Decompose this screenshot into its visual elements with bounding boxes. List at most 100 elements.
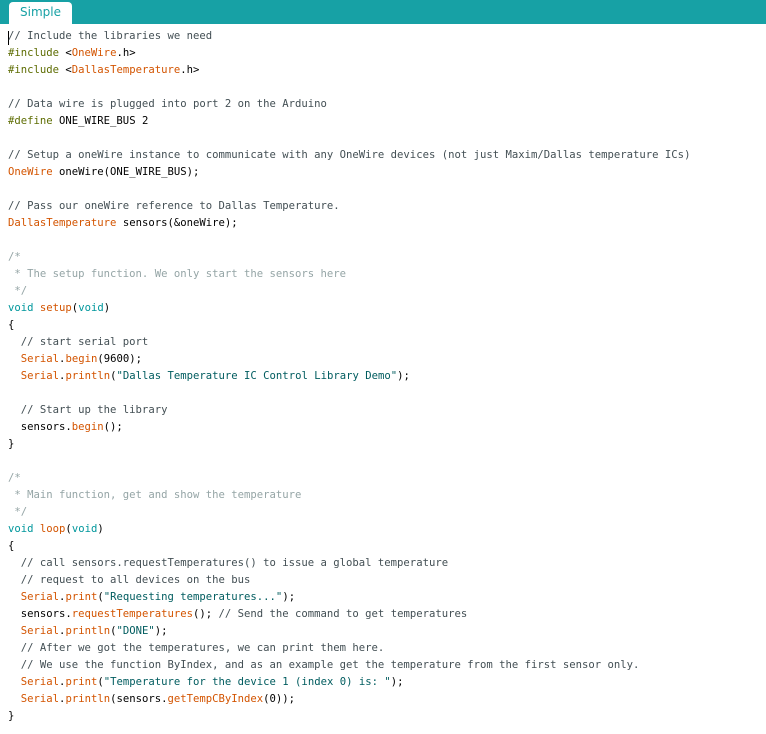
code-line: void setup(void) [8,300,690,317]
editor-tab-bar: Simple [0,0,766,24]
code-token: print [65,591,98,603]
code-line: sensors.begin(); [8,419,690,436]
code-line: sensors.requestTemperatures(); // Send t… [8,606,690,623]
code-token: DallasTemperature [8,217,117,229]
code-line: Serial.begin(9600); [8,351,690,368]
code-token: void [71,523,98,535]
code-token: // We use the function ByIndex, and as a… [8,659,640,671]
code-token: Serial [20,591,60,603]
code-token: "Requesting temperatures..." [103,591,283,603]
code-token: Serial [20,625,60,637]
code-token: loop [39,523,66,535]
code-token: // Data wire is plugged into port 2 on t… [8,98,327,110]
code-token: ) [103,302,111,314]
code-line: // Setup a oneWire instance to communica… [8,147,690,164]
code-line: // call sensors.requestTemperatures() to… [8,555,690,572]
code-line: * The setup function. We only start the … [8,266,690,283]
code-line: Serial.println("Dallas Temperature IC Co… [8,368,690,385]
code-token: (); [103,421,123,433]
code-token: { [8,540,15,552]
code-editor[interactable]: // Include the libraries we need #include… [0,24,766,734]
code-token: void [78,302,104,314]
code-text: // Include the libraries we need #include… [8,28,690,725]
code-token: (sensors. [110,693,168,705]
code-line: ​ [8,130,690,147]
code-token: OneWire [71,47,117,59]
code-line: OneWire oneWire(ONE_WIRE_BUS); [8,164,690,181]
code-token: DallasTemperature [71,64,181,76]
code-token: // start serial port [8,336,149,348]
code-token: } [8,438,15,450]
code-token: // Start up the library [8,404,168,416]
code-token: ONE_WIRE_BUS 2 [59,115,149,127]
code-token: void [8,523,34,535]
code-token: ); [397,370,410,382]
code-token: sensors. [8,608,72,620]
code-token: println [65,625,111,637]
code-line: } [8,708,690,725]
code-line: ​ [8,232,690,249]
code-line: } [8,436,690,453]
code-line: Serial.println(sensors.getTempCByIndex(0… [8,691,690,708]
code-line: { [8,538,690,555]
code-token: (0)); [263,693,296,705]
code-token: sensors(&oneWire); [116,217,238,229]
code-token: */ [8,506,28,518]
code-line: // Data wire is plugged into port 2 on t… [8,96,690,113]
code-token: getTempCByIndex [167,693,264,705]
code-token: // Pass our oneWire reference to Dallas … [8,200,340,212]
code-token: ); [390,676,404,688]
code-token: begin [71,421,104,433]
code-token: print [65,676,98,688]
code-token: * Main function, get and show the temper… [8,489,302,501]
code-token: // request to all devices on the bus [8,574,251,586]
code-line: // Start up the library [8,402,690,419]
code-token: "Dallas Temperature IC Control Library D… [116,370,398,382]
code-line: /* [8,249,690,266]
code-line: // After we got the temperatures, we can… [8,640,690,657]
code-token: } [8,710,15,722]
code-line: /* [8,470,690,487]
code-token: Serial [20,676,60,688]
code-line: * Main function, get and show the temper… [8,487,690,504]
code-token: { [8,319,15,331]
code-line: // start serial port [8,334,690,351]
code-token: .h> [180,64,200,76]
code-token: // Send the command to get temperatures [218,608,468,620]
code-token: "DONE" [116,625,155,637]
tab-simple[interactable]: Simple [9,2,72,24]
code-line: */ [8,504,690,521]
code-token: */ [8,285,28,297]
code-line: // Include the libraries we need [8,28,690,45]
code-token: sensors. [8,421,72,433]
code-token: // Include the libraries we need [8,30,213,42]
code-token: * The setup function. We only start the … [8,268,347,280]
code-token: // After we got the temperatures, we can… [8,642,385,654]
code-token: OneWire [8,166,53,178]
code-token: setup [39,302,72,314]
code-token: /* [8,472,21,484]
code-line: #include <DallasTemperature.h> [8,62,690,79]
code-line: Serial.println("DONE"); [8,623,690,640]
code-token: (9600); [97,353,142,365]
code-line: ​ [8,453,690,470]
code-token: ); [154,625,168,637]
code-line: // request to all devices on the bus [8,572,690,589]
code-token: "Temperature for the device 1 (index 0) … [103,676,391,688]
code-token: ) [97,523,104,535]
code-token: println [65,693,111,705]
code-token: Serial [20,693,60,705]
code-line: #include <OneWire.h> [8,45,690,62]
code-token: begin [65,353,98,365]
code-token: /* [8,251,21,263]
code-line: ​ [8,79,690,96]
code-token: Serial [20,370,60,382]
code-token: #include [8,64,66,76]
code-line: void loop(void) [8,521,690,538]
